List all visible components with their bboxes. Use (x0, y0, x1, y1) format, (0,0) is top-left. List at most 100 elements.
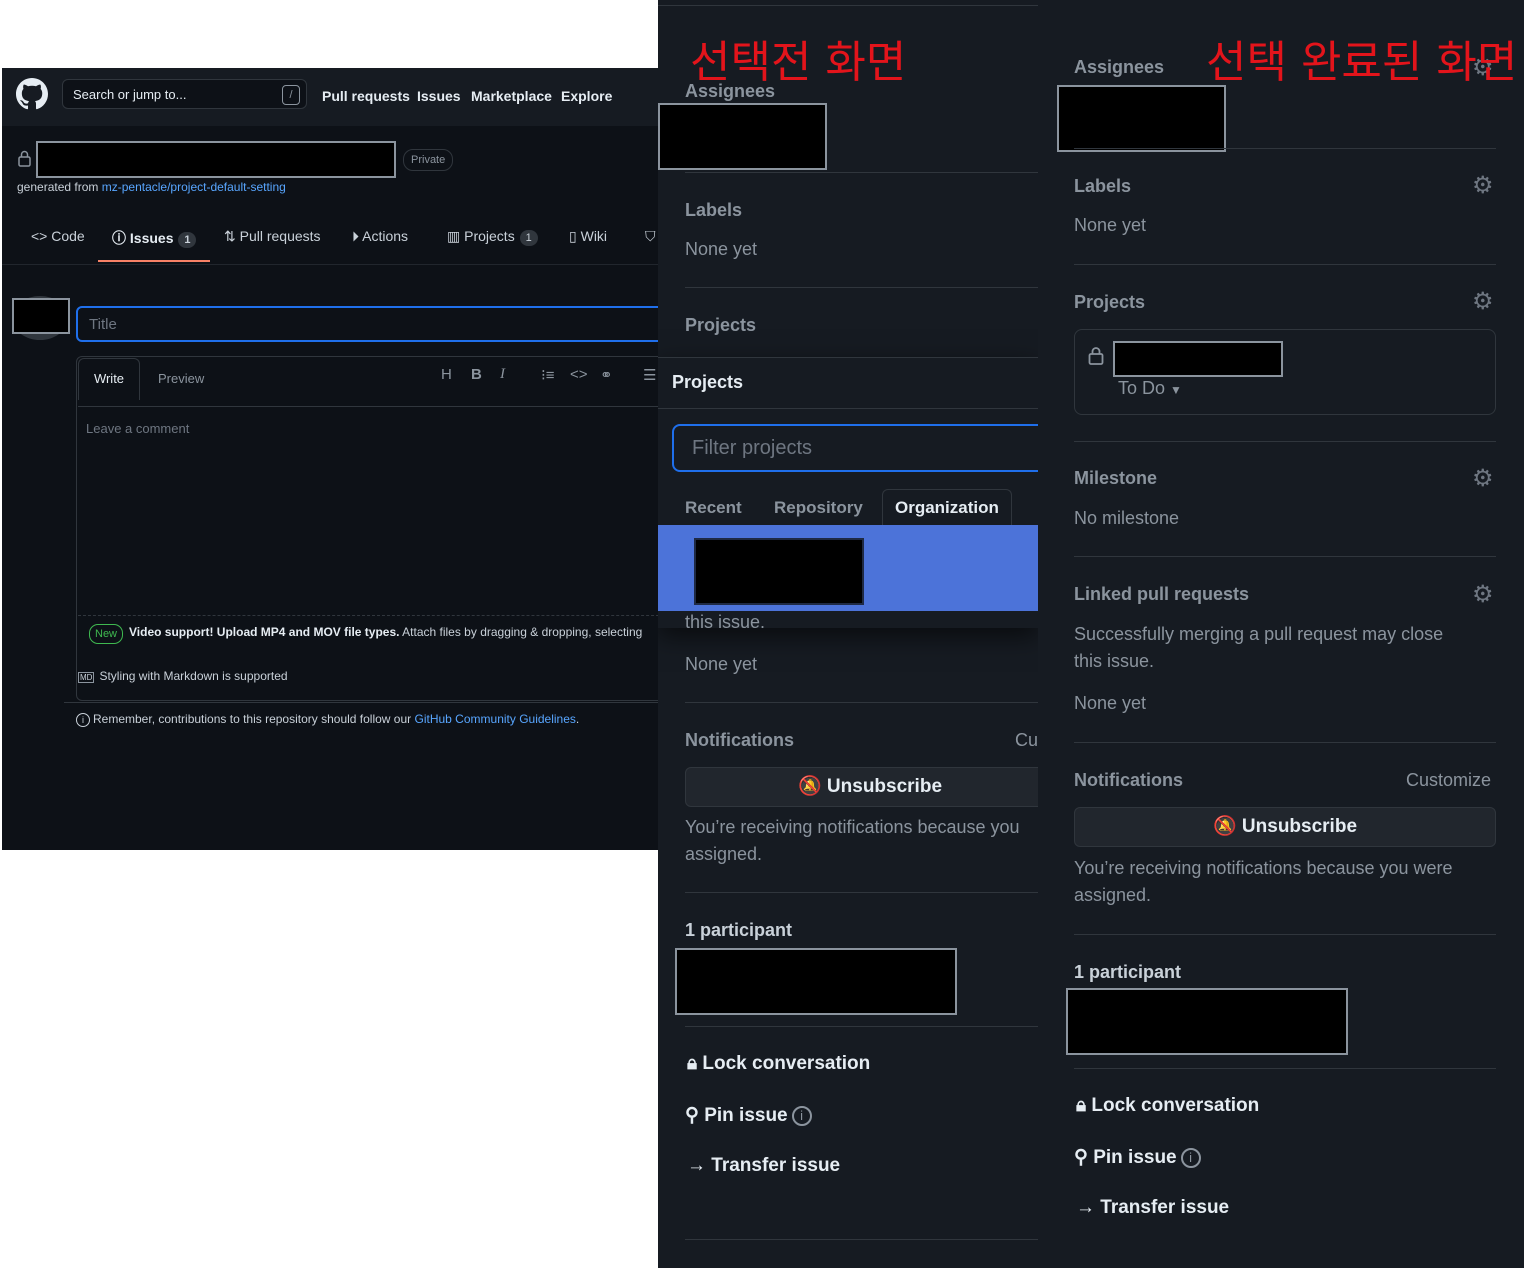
tab-write[interactable]: Write (78, 358, 140, 400)
tab-pull-requests[interactable]: ⇅ Pull requests (224, 228, 321, 245)
project-status: To Do (1118, 378, 1166, 398)
markdown-icon: MD (78, 672, 95, 683)
redacted-repo-name (36, 141, 396, 178)
tab-preview[interactable]: Preview (158, 371, 204, 386)
customize-link[interactable]: Customize (1406, 770, 1491, 791)
quote-icon[interactable]: ⁝≡ (541, 366, 555, 384)
transfer-issue-action[interactable]: → Transfer issue (687, 1155, 840, 1177)
linked-text-1: Successfully merging a pull request may … (1074, 624, 1444, 644)
redacted-assignee (1057, 85, 1226, 152)
customize-link[interactable]: Cu (1015, 730, 1038, 751)
nav-pull-requests[interactable]: Pull requests (322, 88, 410, 104)
divider (1074, 556, 1496, 557)
pin-label: Pin issue (704, 1105, 788, 1126)
unsubscribe-button[interactable]: 🔕 Unsubscribe (685, 767, 1038, 807)
milestone-heading[interactable]: Milestone (1074, 468, 1157, 489)
divider (658, 5, 1038, 6)
tab-actions-label: Actions (362, 228, 409, 244)
issue-icon: ⓘ (112, 230, 126, 246)
private-badge: Private (403, 149, 454, 171)
assignees-heading[interactable]: Assignees (685, 81, 775, 102)
bold-tool[interactable]: B (471, 366, 482, 383)
divider (1074, 264, 1496, 265)
tab-issues[interactable]: ⓘ Issues 1 (112, 228, 197, 248)
video-note-rest: Attach files by dragging & dropping, sel… (402, 625, 643, 639)
projects-count: 1 (519, 230, 538, 246)
heading-tool[interactable]: H (441, 366, 452, 383)
template-repo-link[interactable]: mz-pentacle/project-default-setting (102, 180, 286, 194)
comment-placeholder: Leave a comment (86, 421, 190, 436)
pin-label: Pin issue (1093, 1147, 1177, 1168)
divider (1074, 148, 1496, 149)
search-input[interactable]: Search or jump to... / (62, 79, 307, 109)
project-status-dropdown[interactable]: To Do ▼ (1118, 378, 1182, 399)
tab-code[interactable]: <> Code (31, 228, 85, 244)
github-logo-icon[interactable] (16, 78, 48, 110)
pin-issue-action[interactable]: ⚲ Pin issue i (1074, 1146, 1201, 1169)
tab-repository[interactable]: Repository (774, 498, 863, 518)
tab-projects-label: Projects (464, 228, 515, 244)
tab-wiki-label: Wiki (580, 228, 608, 244)
info-icon[interactable]: i (1180, 1147, 1201, 1168)
play-icon: ⏵ (352, 228, 359, 244)
gear-icon[interactable]: ⚙ (1472, 580, 1494, 609)
redacted-participants (675, 948, 957, 1015)
gear-icon[interactable]: ⚙ (1472, 171, 1494, 200)
gear-icon[interactable]: ⚙ (1472, 287, 1494, 316)
linked-text-tail: this issue. (685, 612, 766, 632)
projects-dropdown: Projects Filter projects Recent Reposito… (658, 357, 1038, 628)
nav-issues[interactable]: Issues (417, 88, 461, 104)
pin-issue-action[interactable]: ⚲ Pin issue i (685, 1104, 812, 1127)
pin-icon: ⚲ (1074, 1147, 1088, 1168)
lock-icon: 🔒︎ (687, 1053, 698, 1074)
issue-title-input[interactable]: Title (76, 306, 662, 342)
search-placeholder: Search or jump to... (73, 87, 187, 102)
list-icon[interactable]: ☰ (643, 366, 656, 384)
shield-icon[interactable]: ⛉ (645, 228, 656, 245)
slash-key-hint: / (282, 85, 300, 105)
labels-heading[interactable]: Labels (1074, 176, 1131, 197)
unsubscribe-label: Unsubscribe (1241, 816, 1358, 837)
video-note-bold: Video support! Upload MP4 and MOV file t… (129, 625, 400, 639)
notifications-heading: Notifications (685, 730, 795, 750)
tab-projects[interactable]: ▥ Projects 1 (447, 228, 538, 246)
projects-heading[interactable]: Projects (1074, 292, 1145, 313)
info-icon[interactable]: i (791, 1105, 812, 1126)
video-support-note: Video support! Upload MP4 and MOV file t… (129, 625, 642, 639)
issue-page-screenshot: Search or jump to... / Pull requests Iss… (2, 68, 662, 850)
filter-placeholder: Filter projects (692, 437, 813, 459)
tab-recent[interactable]: Recent (685, 498, 742, 518)
gear-icon[interactable]: ⚙ (1472, 464, 1494, 493)
lock-label: Lock conversation (1091, 1095, 1260, 1116)
projects-heading[interactable]: Projects (685, 315, 756, 336)
nav-explore[interactable]: Explore (561, 88, 612, 104)
lock-conversation-action[interactable]: 🔒︎ Lock conversation (687, 1053, 870, 1075)
link-icon[interactable]: ⚭ (600, 366, 613, 384)
italic-tool[interactable]: I (500, 366, 505, 383)
nav-marketplace[interactable]: Marketplace (471, 88, 552, 104)
transfer-issue-action[interactable]: → Transfer issue (1076, 1197, 1229, 1219)
linked-pr-heading[interactable]: Linked pull requests (1074, 584, 1249, 605)
tab-wiki[interactable]: ▯ Wiki (569, 228, 607, 245)
assignees-heading[interactable]: Assignees (1074, 57, 1164, 78)
labels-heading[interactable]: Labels (685, 200, 742, 221)
comment-textarea[interactable]: Leave a comment (78, 406, 662, 616)
unsubscribe-label: Unsubscribe (826, 776, 943, 797)
markdown-note-text: Styling with Markdown is supported (99, 669, 288, 683)
annotation-after: 선택 완료된 화면 (1206, 37, 1518, 88)
code-tool-icon[interactable]: <> (570, 366, 588, 383)
filter-projects-input[interactable]: Filter projects (672, 424, 1038, 472)
remember-end: . (575, 712, 580, 726)
community-guidelines-link[interactable]: GitHub Community Guidelines (415, 712, 576, 726)
lock-conversation-action[interactable]: 🔒︎ Lock conversation (1076, 1095, 1259, 1117)
notification-reason-2: assigned. (685, 844, 763, 864)
tab-actions[interactable]: ⏵ Actions (352, 228, 408, 245)
tab-pull-requests-label: Pull requests (239, 228, 321, 244)
milestone-value: No milestone (1074, 508, 1180, 528)
unsubscribe-button[interactable]: 🔕 Unsubscribe (1074, 807, 1496, 847)
markdown-note[interactable]: MD Styling with Markdown is supported (78, 669, 288, 683)
redacted-project-name (694, 538, 864, 605)
linked-text-2: this issue. (1074, 651, 1155, 671)
tab-organization[interactable]: Organization (895, 498, 999, 518)
divider (685, 702, 1038, 703)
